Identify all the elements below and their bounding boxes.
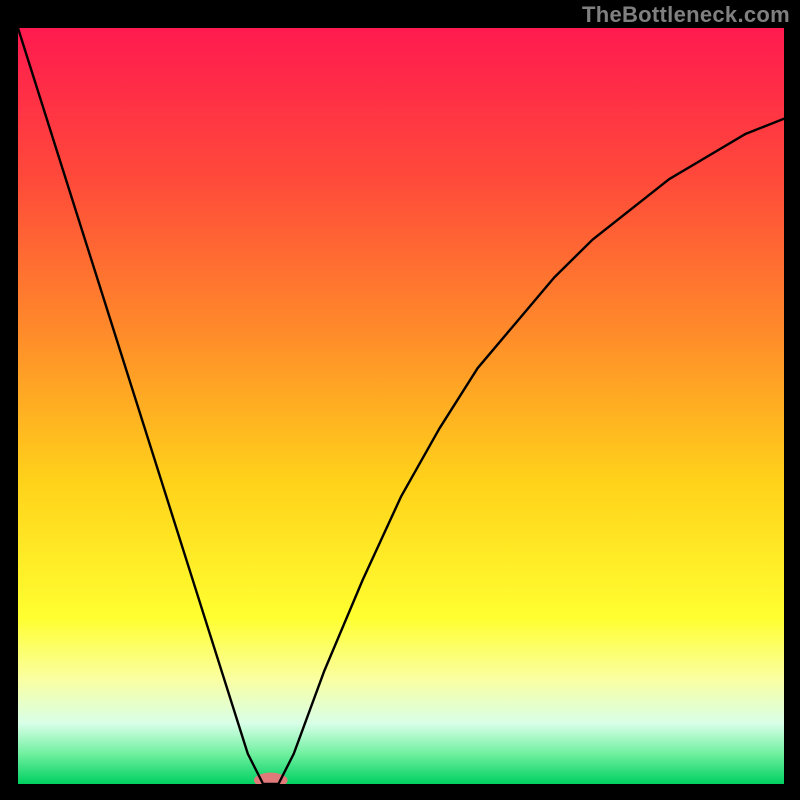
watermark-text: TheBottleneck.com [582,2,790,28]
plot-area [18,28,784,784]
plot-svg [18,28,784,784]
chart-frame: TheBottleneck.com [0,0,800,800]
gradient-background [18,28,784,784]
